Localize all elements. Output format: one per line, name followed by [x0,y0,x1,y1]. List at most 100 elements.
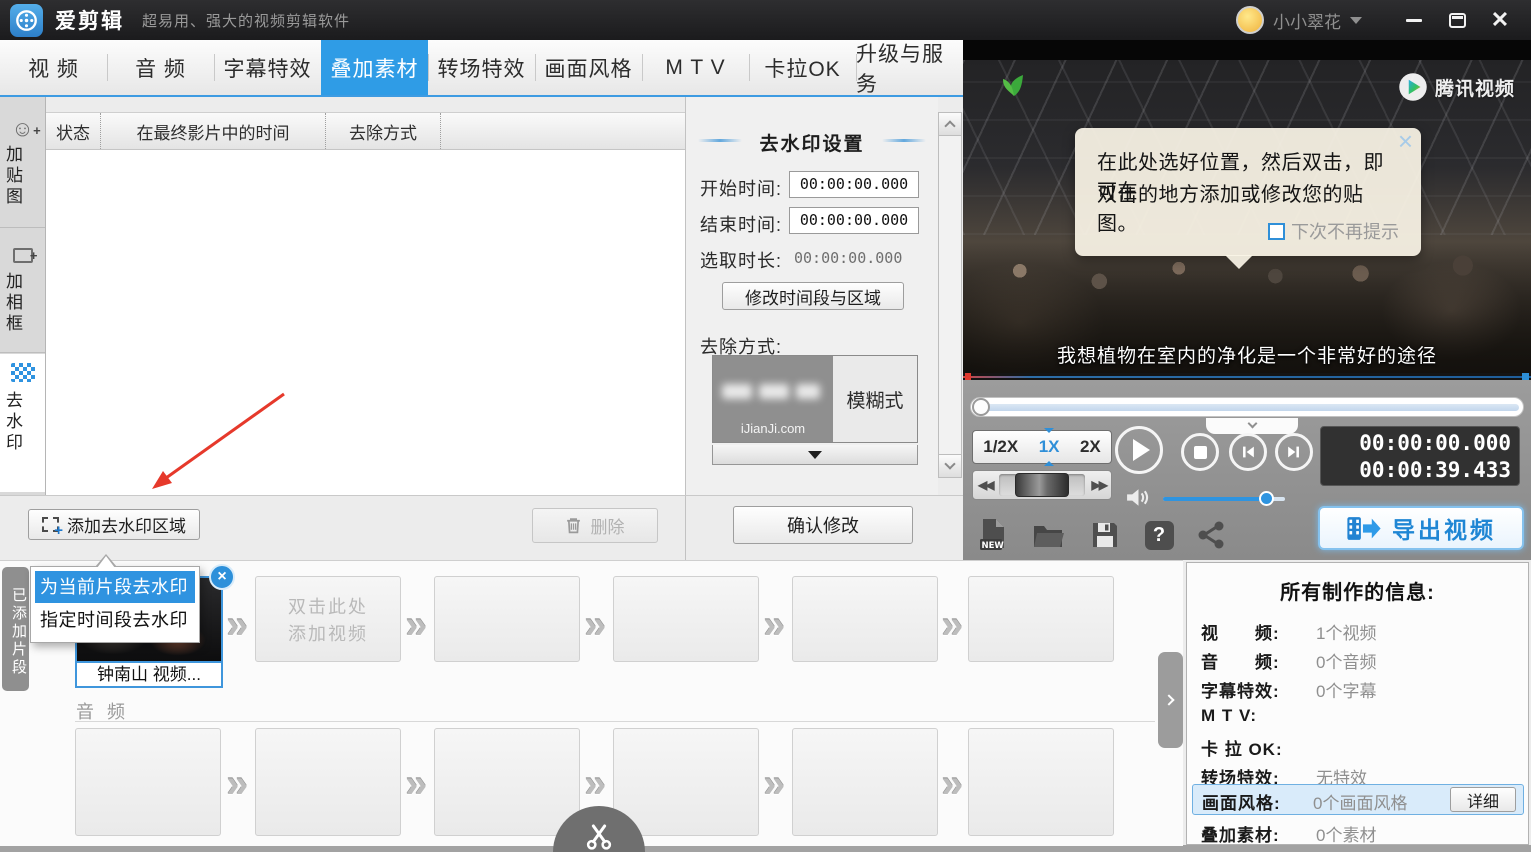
modify-time-region-button[interactable]: 修改时间段与区域 [722,282,904,310]
clip-separator-icon: » [941,603,964,647]
confirm-changes-button[interactable]: 确认修改 [733,506,913,544]
forward-icon[interactable]: ▶▶ [1092,478,1109,492]
scroll-down-button[interactable] [939,454,961,477]
sidebar-item-remove-watermark[interactable]: 去水印 [0,354,45,492]
video-slot-6[interactable] [968,576,1114,662]
shuttle-knob[interactable] [1015,473,1069,497]
dont-remind-checkbox[interactable] [1268,222,1285,240]
volume-icon[interactable] [1125,486,1152,509]
seek-end-marker[interactable] [1522,373,1529,380]
tab-picture-style[interactable]: 画面风格 [535,40,642,95]
mini-seek-strip[interactable] [963,373,1531,380]
playback-progress-bar[interactable] [970,397,1524,417]
save-project-button[interactable] [1087,517,1123,553]
col-status[interactable]: 状态 [46,113,101,149]
export-video-label: 导出视频 [1392,517,1496,543]
remove-method-preview[interactable]: iJianJi.com 模糊式 [712,355,918,443]
speed-1x[interactable]: 1X [1039,428,1059,466]
tab-overlay-material[interactable]: 叠加素材 [321,40,428,95]
sidebar-label-add-frame: 加相框 [3,272,22,335]
video-slot-3[interactable] [434,576,580,662]
menu-item-time-range[interactable]: 指定时间段去水印 [31,603,199,637]
export-video-button[interactable]: 导出视频 [1318,506,1524,550]
time-display: 00:00:00.000 00:00:39.433 [1320,426,1520,486]
username[interactable]: 小小翠花 [1273,8,1341,33]
tab-video[interactable]: 视 频 [0,40,107,95]
tab-subtitle-effects[interactable]: 字幕特效 [214,40,321,95]
tab-mtv[interactable]: M T V [642,40,749,95]
tencent-video-logo: 腾讯视频 [1398,72,1515,102]
share-button[interactable] [1193,517,1229,553]
tooltip-close-icon[interactable]: × [1398,128,1413,154]
scroll-up-button[interactable] [939,113,961,136]
audio-slot-6[interactable] [968,728,1114,836]
settings-scrollbar[interactable] [938,112,962,478]
col-remove-method[interactable]: 去除方式 [326,113,441,149]
menu-item-current-clip[interactable]: 为当前片段去水印 [35,571,195,603]
video-slot-4[interactable] [613,576,759,662]
player-controls: 1/2X 1X 2X ◀◀ ▶▶ 00:00:00.000 00:00:39.4… [963,380,1531,560]
rewind-icon[interactable]: ◀◀ [978,478,995,492]
tab-upgrade-service[interactable]: 升级与服务 [856,40,963,96]
prev-frame-button[interactable] [1229,433,1267,471]
audio-slot-1[interactable] [75,728,221,836]
clip-close-icon[interactable]: × [209,564,235,590]
add-watermark-region-button[interactable]: 添加去水印区域 [28,509,200,540]
tab-karaoke[interactable]: 卡拉OK [749,40,856,95]
settings-title: 去水印设置 [686,129,938,156]
chevron-down-icon [944,458,956,470]
tab-audio[interactable]: 音 频 [107,40,214,95]
info-value-overlay: 0个素材 [1316,826,1377,845]
user-caret-down-icon[interactable] [1350,16,1362,24]
titlebar: 爱剪辑 超易用、强大的视频剪辑软件 小小翠花 ✕ [0,0,1531,40]
speed-half[interactable]: 1/2X [983,437,1018,457]
new-project-button[interactable]: NEW [975,517,1011,553]
added-clips-tab[interactable]: 已添加片段 [2,567,29,691]
end-time-input[interactable]: 00:00:00.000 [789,207,919,234]
collapse-chevron-icon [1247,418,1257,429]
col-time-range[interactable]: 在最终影片中的时间 [101,113,326,149]
start-time-input[interactable]: 00:00:00.000 [789,171,919,198]
info-label-subtitle: 字幕特效: [1201,682,1280,701]
audio-track-divider [75,721,1155,722]
audio-slot-3[interactable] [434,728,580,836]
sidebar-item-add-sticker[interactable]: ☺ + 加贴图 [0,110,45,228]
stop-button[interactable] [1181,433,1219,471]
duration-value: 00:00:00.000 [794,249,903,267]
open-project-button[interactable] [1031,517,1067,553]
audio-slot-4[interactable] [613,728,759,836]
tencent-play-icon [1399,73,1427,101]
clip-separator-icon: » [763,603,786,647]
chevron-right-icon [1163,694,1175,706]
new-project-icon: NEW [980,519,1004,551]
detail-button[interactable]: 详细 [1450,787,1516,812]
minimize-button[interactable] [1397,5,1431,35]
shuttle-control[interactable]: ◀◀ ▶▶ [972,470,1112,500]
collapse-panel-tab[interactable] [1206,418,1298,434]
tab-transition-effects[interactable]: 转场特效 [428,40,535,95]
progress-knob[interactable] [972,398,990,416]
audio-slot-5[interactable] [792,728,938,836]
close-button[interactable]: ✕ [1483,5,1517,35]
avatar[interactable] [1236,6,1264,34]
video-slot-5[interactable] [792,576,938,662]
volume-knob[interactable] [1259,491,1274,506]
strip-divider [685,496,686,560]
remove-method-dropdown[interactable] [712,445,918,465]
maximize-button[interactable] [1440,5,1474,35]
speed-2x[interactable]: 2X [1080,437,1101,457]
remove-method-value: 模糊式 [846,390,904,412]
play-button[interactable] [1115,426,1163,474]
col-empty [441,113,685,149]
expand-panel-tab[interactable] [1158,652,1183,748]
help-button[interactable]: ? [1141,517,1177,553]
project-info-panel: 所有制作的信息: 视 频: 1个视频 音 频: 0个音频 字幕特效: 0个字幕 M T… [1186,562,1529,845]
video-slot-2[interactable]: 双击此处 添加视频 [255,576,401,662]
delete-button[interactable]: 删除 [532,508,658,543]
seek-start-marker[interactable] [965,373,971,380]
audio-slot-2[interactable] [255,728,401,836]
volume-slider[interactable] [1163,491,1285,506]
sidebar-item-add-frame[interactable]: + 加相框 [0,235,45,353]
next-frame-button[interactable] [1275,433,1313,471]
start-time-label: 开始时间: [700,179,783,199]
